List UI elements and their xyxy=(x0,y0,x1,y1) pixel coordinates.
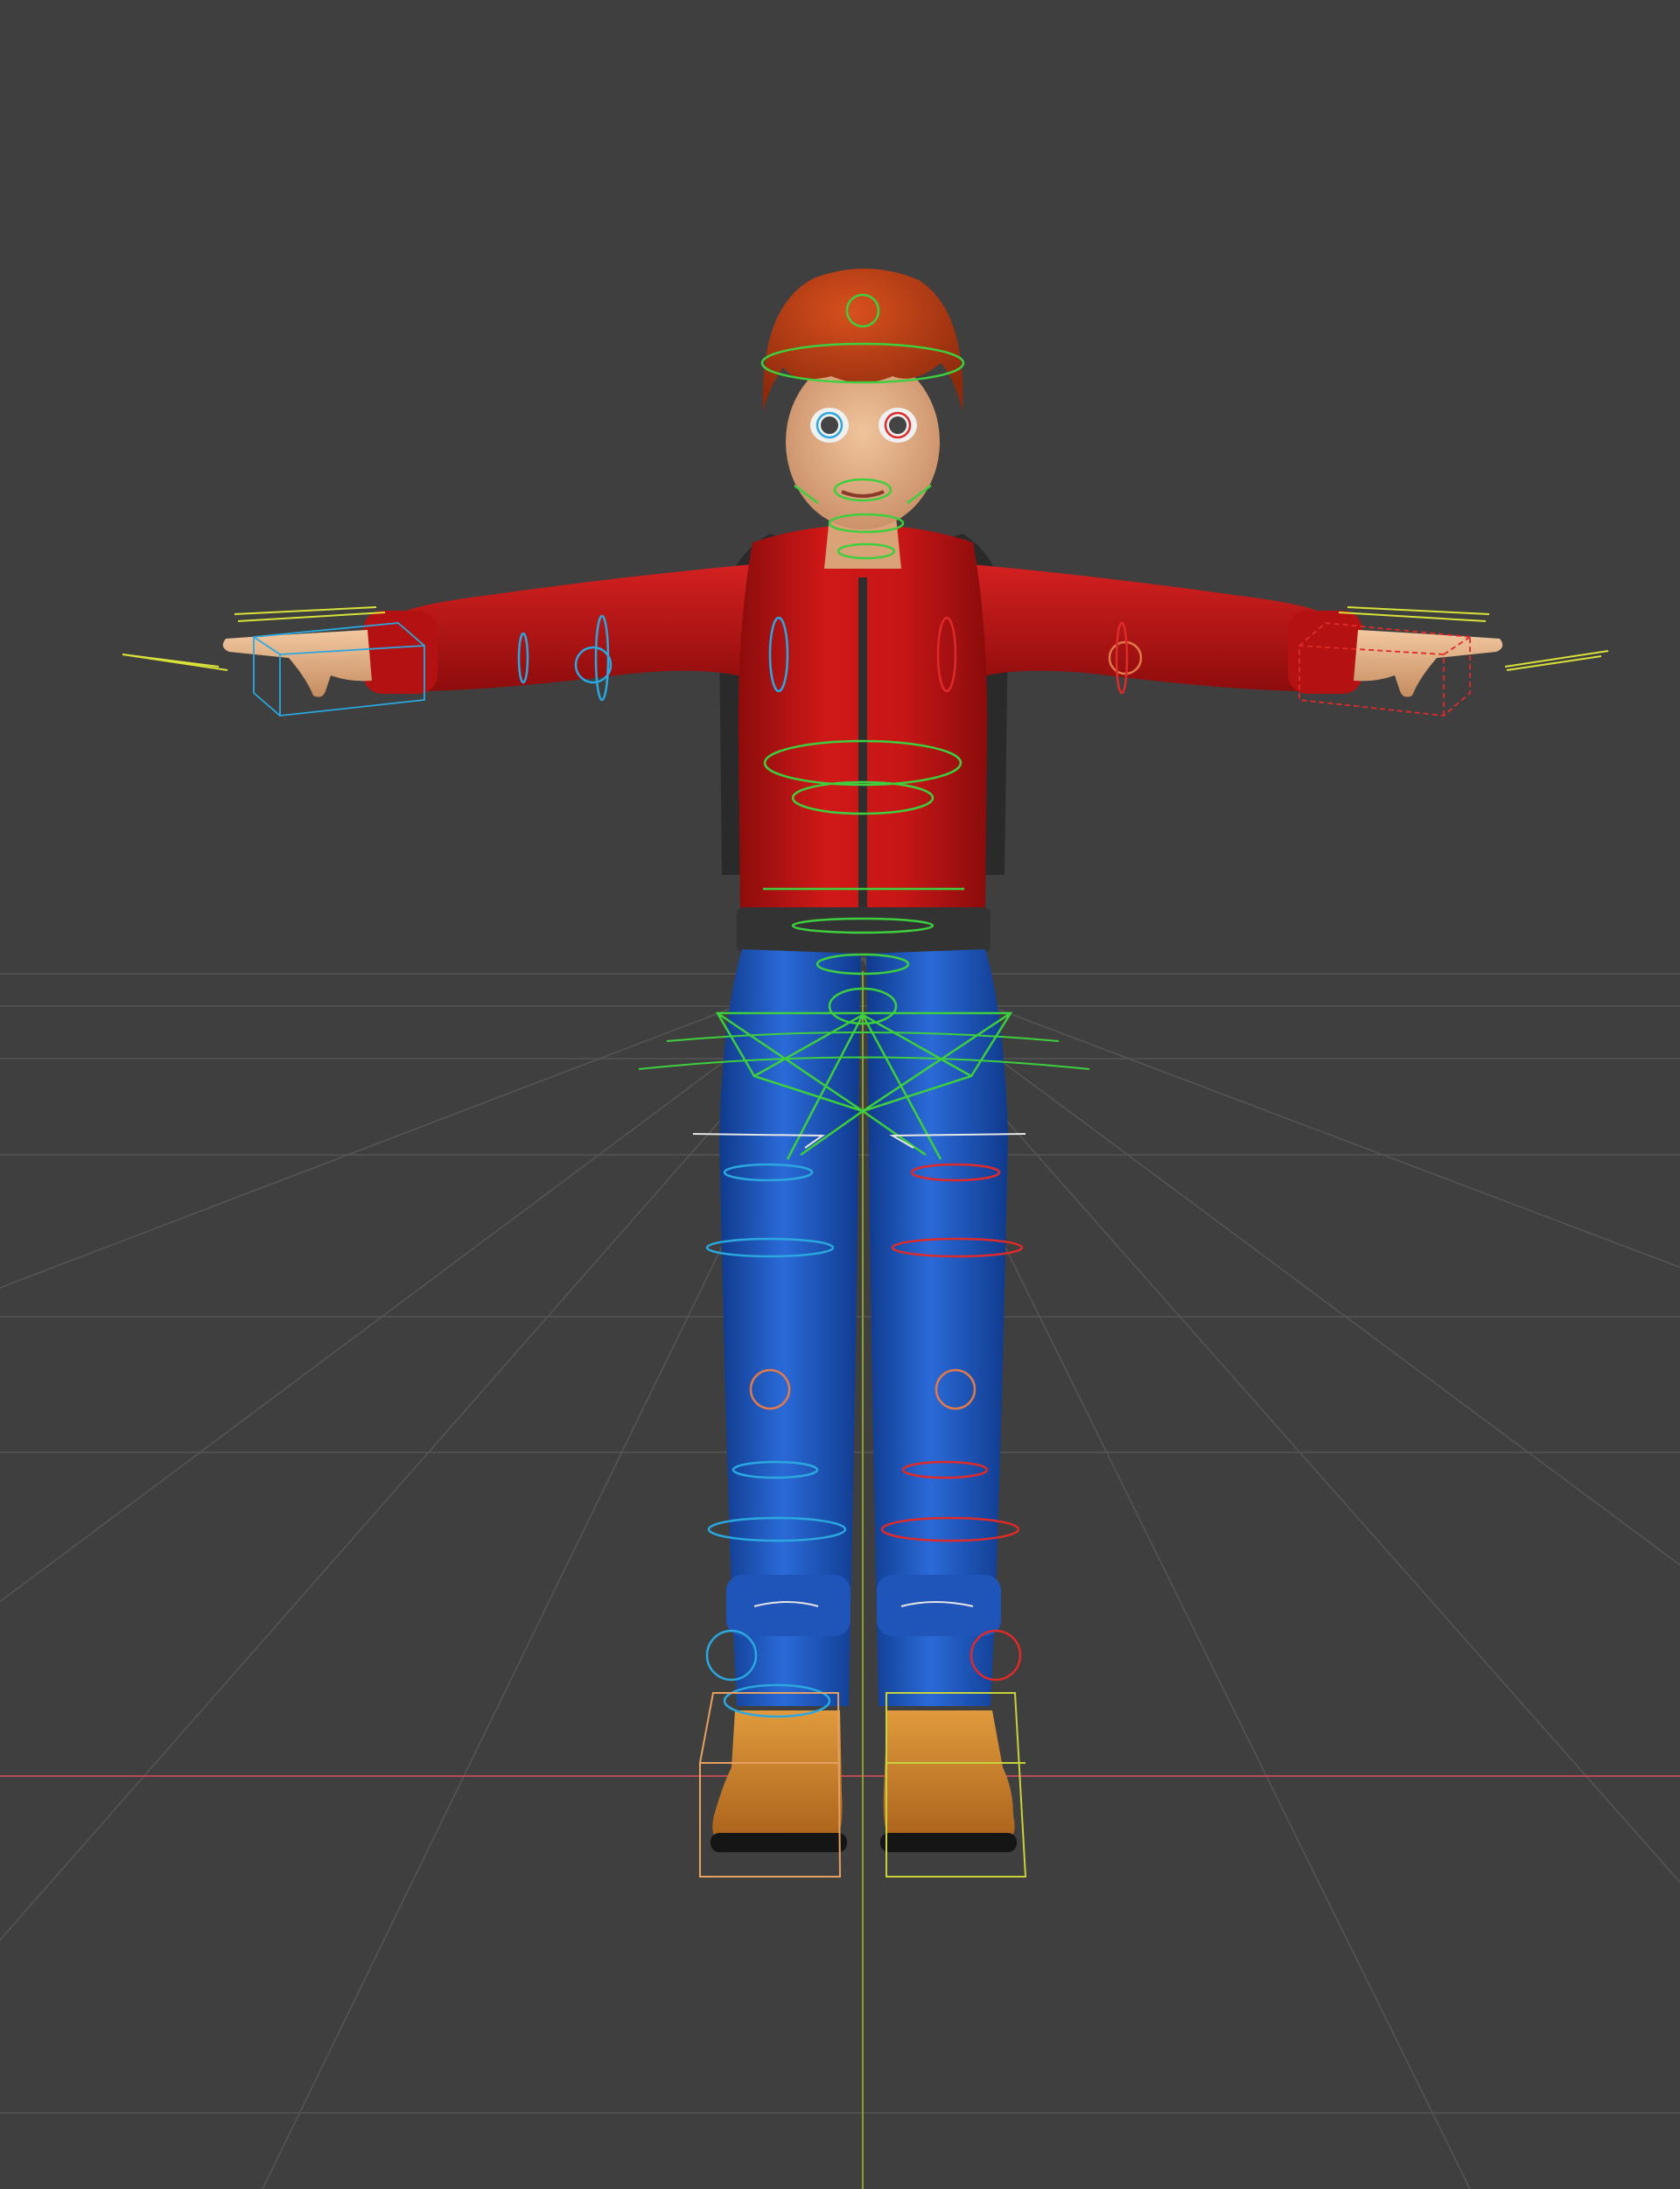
left-boot xyxy=(712,1710,843,1846)
right-pant-cuff xyxy=(877,1575,1001,1636)
left-cuff xyxy=(363,611,438,694)
left-hand xyxy=(222,630,372,697)
right-arm-shape xyxy=(962,564,1321,691)
left-pupil xyxy=(821,416,838,434)
left-boot-sole xyxy=(710,1833,847,1852)
right-hand xyxy=(1354,630,1503,697)
root-flat-control xyxy=(638,1032,1090,1070)
left-arm-shape xyxy=(402,564,761,691)
3d-viewport[interactable] xyxy=(0,0,1680,2189)
rig-controls[interactable] xyxy=(122,293,1609,1878)
right-boot-sole xyxy=(880,1833,1017,1852)
right-boot xyxy=(883,1710,1015,1846)
belt xyxy=(737,907,990,953)
right-pupil xyxy=(889,416,906,434)
left-pant-cuff xyxy=(726,1575,850,1636)
